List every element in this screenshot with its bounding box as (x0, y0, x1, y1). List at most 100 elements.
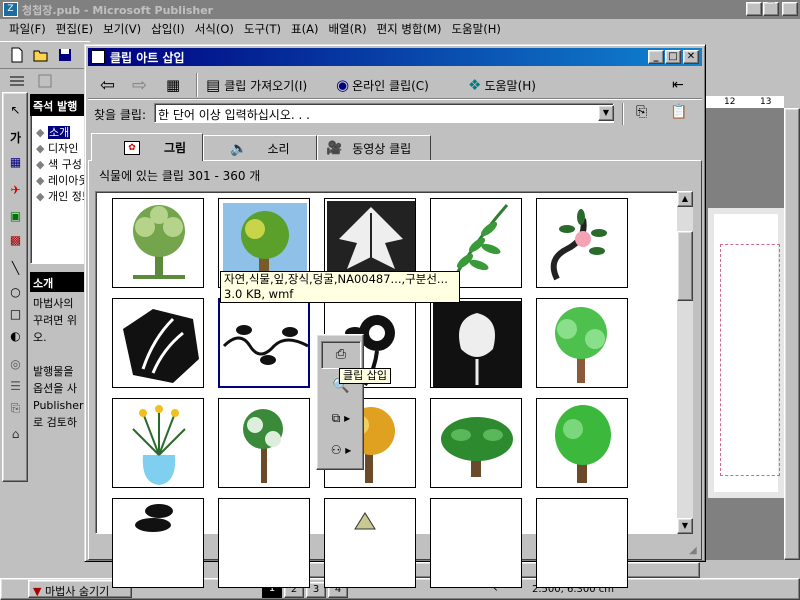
picture-frame-tool-icon[interactable]: ▣ (6, 207, 25, 225)
clip-info-tooltip: 자연,식물,잎,장식,덩굴,NA00487...,구분선... 3.0 KB, … (220, 271, 460, 303)
scroll-up-icon[interactable]: ▲ (677, 191, 693, 207)
menu-bar: 파일(F) 편집(E) 보기(V) 삽입(I) 서식(O) 도구(T) 표(A)… (0, 19, 800, 39)
oval-tool-icon[interactable]: ○ (6, 283, 25, 301)
search-input[interactable]: 한 단어 이상 입력하십시오. . . (154, 103, 614, 123)
toolbar-separator (622, 103, 624, 125)
clip-thumbnail[interactable] (218, 498, 310, 588)
menu-format[interactable]: 서식(O) (190, 21, 239, 37)
scroll-thumb[interactable] (677, 231, 693, 301)
resize-grip-icon[interactable]: ◢ (689, 545, 697, 556)
rectangle-tool-icon[interactable]: □ (6, 305, 25, 323)
intro-header: 소개 (30, 272, 86, 292)
back-arrow-icon[interactable]: ⇦ (100, 74, 115, 96)
clip-thumbnail[interactable] (430, 498, 522, 588)
clip-gallery-tool-icon[interactable]: ▩ (6, 231, 25, 249)
menu-insert[interactable]: 삽입(I) (146, 21, 190, 37)
wizard-item-design[interactable]: ◆ 디자인 (36, 140, 78, 156)
find-similar-icon[interactable]: ⚇ ▸ (321, 437, 361, 465)
import-clips-icon: ▤ (206, 76, 221, 94)
clip-thumbnail[interactable] (536, 298, 628, 388)
copy-icon[interactable]: ⎘ (636, 104, 647, 120)
menu-view[interactable]: 보기(V) (98, 21, 146, 37)
dialog-close-icon[interactable]: ✕ (683, 50, 699, 64)
intro-line: 옵션을 사 (33, 382, 77, 395)
clip-thumbnail[interactable] (112, 298, 204, 388)
menu-help[interactable]: 도움말(H) (446, 21, 505, 37)
paste-icon[interactable]: 📋 (670, 104, 687, 120)
custom-shapes-tool-icon[interactable]: ◐ (6, 327, 25, 345)
properties-icon[interactable] (36, 72, 54, 90)
clip-thumbnail-selected[interactable] (218, 298, 310, 388)
clip-vertical-scrollbar[interactable]: ▲ ▼ (677, 191, 693, 534)
forward-arrow-icon[interactable]: ⇨ (132, 74, 147, 96)
motion-clips-tab-icon: 🎥 (326, 141, 343, 156)
minimize-icon[interactable]: _ (746, 2, 762, 16)
clip-thumbnail[interactable] (430, 398, 522, 488)
dialog-title: 클립 아트 삽입 (110, 50, 185, 65)
add-to-favorites-icon[interactable]: ⧉ ▸ (321, 405, 361, 433)
clip-thumbnail[interactable] (112, 198, 204, 288)
wizard-item-intro[interactable]: ◆ 소개 (36, 124, 71, 140)
online-clips-button[interactable]: ◉ 온라인 클립(C) (336, 74, 429, 96)
hot-spot-tool-icon[interactable]: ◎ (6, 355, 25, 373)
tab-sounds[interactable]: 🔈 소리 (203, 135, 317, 161)
tooltip-keywords: 자연,식물,잎,장식,덩굴,NA00487...,구분선... (224, 272, 448, 286)
search-dropdown-icon[interactable]: ▼ (598, 105, 614, 121)
scroll-down-icon[interactable]: ▼ (677, 518, 693, 534)
clip-thumbnail[interactable] (218, 398, 310, 488)
dialog-minimize-icon[interactable]: _ (648, 50, 664, 64)
clip-thumbnail[interactable] (536, 498, 628, 588)
pointer-tool-icon[interactable]: ↖ (6, 101, 25, 119)
main-title-bar: Z 청첩장.pub - Microsoft Publisher _ ❐ ✕ (0, 0, 800, 19)
menu-arrange[interactable]: 배열(R) (323, 21, 371, 37)
change-size-icon[interactable]: ⇤ (672, 74, 684, 96)
wizard-item-color-scheme[interactable]: ◆ 색 구성 (36, 156, 82, 172)
clip-thumbnail[interactable] (430, 298, 522, 388)
new-document-icon[interactable] (8, 46, 26, 64)
wizard-item-layout[interactable]: ◆ 레이아웃 (36, 172, 88, 188)
clip-range-text: 식물에 있는 클립 301 - 360 개 (99, 169, 261, 183)
all-categories-icon[interactable]: ▦ (166, 74, 180, 96)
open-folder-icon[interactable] (32, 46, 50, 64)
publisher-app-icon[interactable]: Z (3, 2, 18, 17)
insert-clip-icon[interactable]: ⎙ (321, 341, 361, 369)
form-control-tool-icon[interactable]: ☰ (6, 377, 25, 395)
intro-line: 마법사의 (33, 297, 74, 310)
menu-edit[interactable]: 편집(E) (51, 21, 98, 37)
menu-mail-merge[interactable]: 편지 병합(M) (372, 21, 447, 37)
table-tool-icon[interactable]: ▦ (6, 153, 25, 171)
clip-grid[interactable] (95, 191, 687, 588)
close-icon[interactable]: ✕ (782, 2, 798, 16)
restore-icon[interactable]: ❐ (763, 2, 779, 16)
dialog-maximize-icon[interactable]: □ (665, 50, 681, 64)
pictures-tab-icon: ✿ (124, 140, 140, 155)
menu-file[interactable]: 파일(F) (4, 21, 51, 37)
clip-thumbnail[interactable] (324, 498, 416, 588)
doc-vertical-scrollbar[interactable] (784, 108, 800, 560)
lines-icon[interactable] (8, 72, 26, 90)
design-gallery-tool-icon[interactable]: ⌂ (6, 425, 25, 443)
help-button[interactable]: ❖ 도움말(H) (468, 74, 536, 96)
tab-motion-clips[interactable]: 🎥 동영상 클립 (317, 135, 431, 161)
html-fragment-tool-icon[interactable]: ⎘ (6, 399, 25, 417)
clip-art-dialog: 클립 아트 삽입 _ □ ✕ ⇦ ⇨ ▦ ▤ 클립 가져오기(I) ◉ 온라인 클립… (84, 44, 706, 588)
search-label: 찾을 클립: (94, 108, 147, 122)
intro-line (33, 346, 83, 363)
clip-thumbnail[interactable] (536, 398, 628, 488)
wordart-tool-icon[interactable]: ✈ (6, 181, 25, 199)
clip-thumbnail[interactable] (112, 398, 204, 488)
toolbar-separator (196, 73, 198, 97)
clip-thumbnail[interactable] (536, 198, 628, 288)
tab-pictures[interactable]: ✿ 그림 (91, 133, 203, 161)
line-tool-icon[interactable]: ╲ (6, 259, 25, 277)
intro-line: 발행물을 (33, 365, 74, 378)
ruler-mark: 13 (760, 97, 772, 107)
text-box-tool-icon[interactable]: 가 (6, 129, 25, 147)
menu-tools[interactable]: 도구(T) (239, 21, 286, 37)
import-clips-button[interactable]: ▤ 클립 가져오기(I) (206, 74, 307, 96)
save-icon[interactable] (56, 46, 74, 64)
clip-thumbnail[interactable] (112, 498, 204, 588)
menu-table[interactable]: 표(A) (286, 21, 323, 37)
page-preview (708, 208, 784, 498)
document-workspace[interactable] (700, 108, 784, 560)
